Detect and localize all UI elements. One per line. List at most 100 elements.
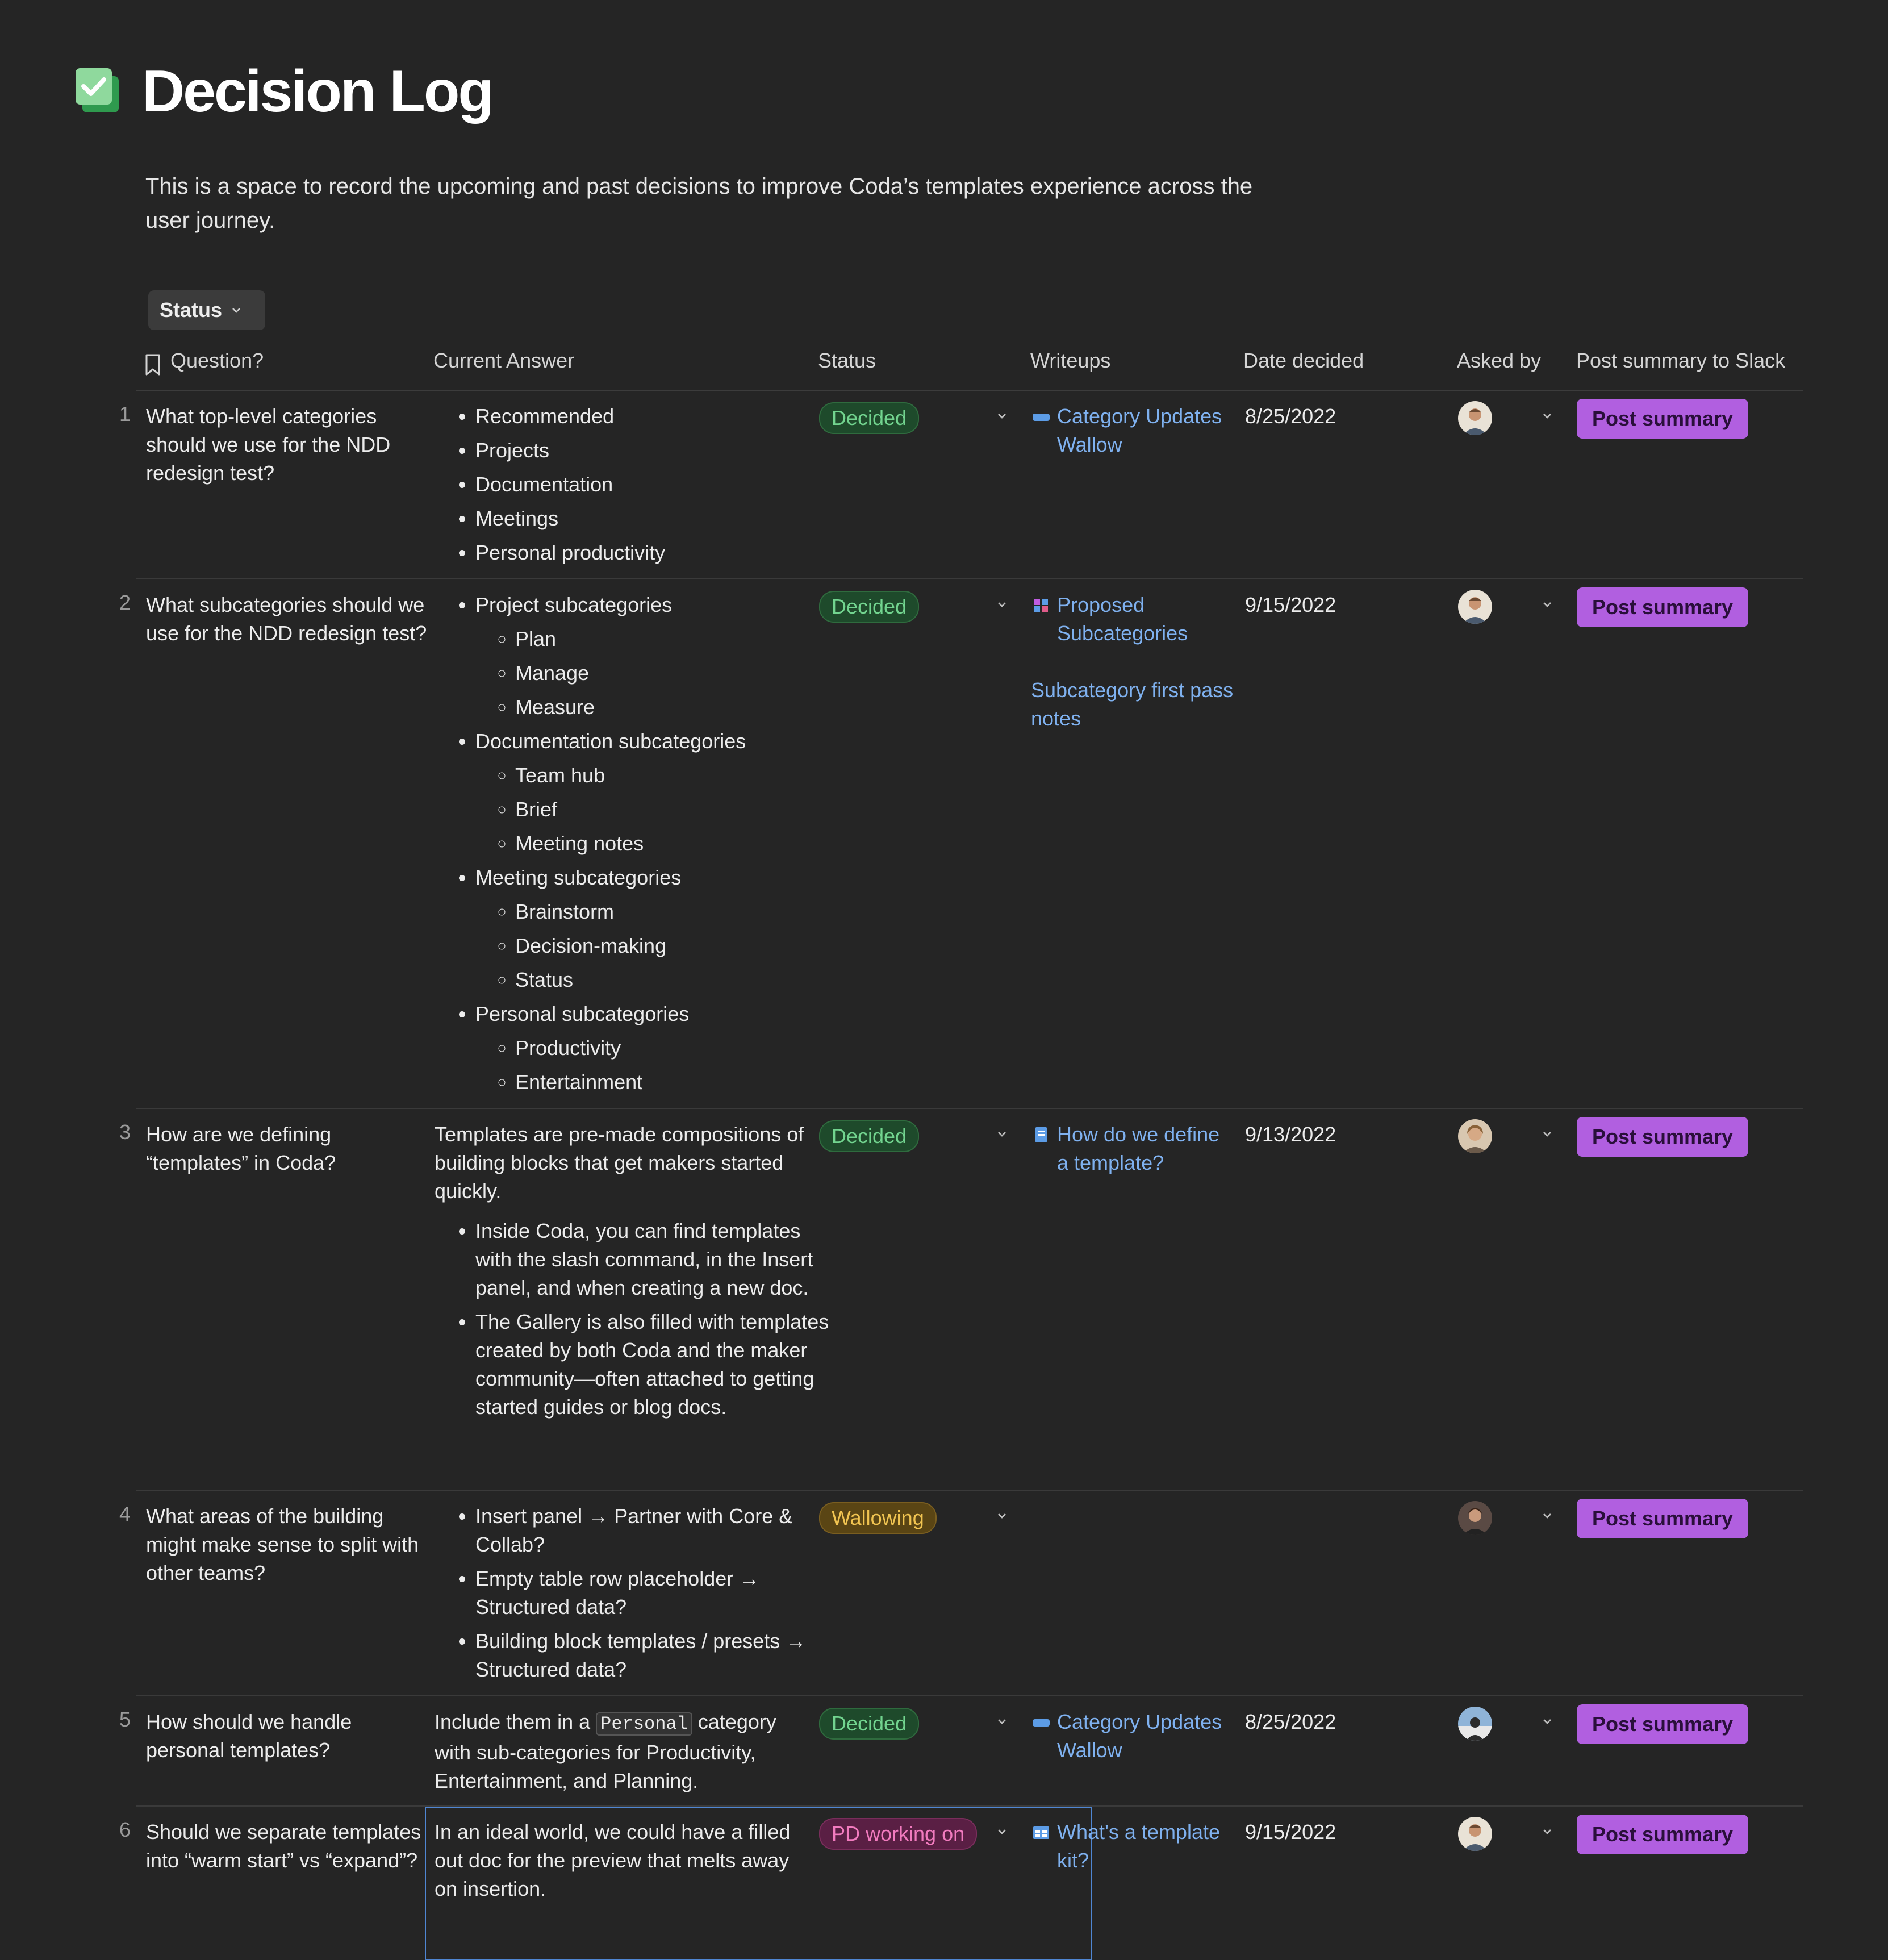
- header-writeups[interactable]: Writeups: [1030, 349, 1110, 373]
- chevron-down-icon[interactable]: [1539, 1713, 1555, 1729]
- question-cell[interactable]: What subcategories should we use for the…: [146, 591, 430, 648]
- answer-cell[interactable]: Include them in a Personal category with…: [435, 1708, 809, 1795]
- list-item: Projects: [475, 436, 946, 465]
- status-pill[interactable]: Wallowing: [819, 1502, 937, 1534]
- chevron-down-icon[interactable]: [994, 1713, 1010, 1729]
- writeup-link-text: How do we define a template?: [1057, 1123, 1220, 1174]
- writeups-cell[interactable]: Proposed Subcategories Subcategory first…: [1031, 591, 1235, 733]
- post-summary-button[interactable]: Post summary: [1577, 1815, 1748, 1854]
- writeup-link[interactable]: Category Updates Wallow: [1031, 402, 1235, 459]
- avatar[interactable]: [1458, 590, 1492, 624]
- header-post-summary[interactable]: Post summary to Slack: [1576, 349, 1785, 373]
- writeup-link[interactable]: Subcategory first pass notes: [1031, 676, 1235, 733]
- row-number: 6: [119, 1818, 131, 1841]
- writeup-link[interactable]: Category Updates Wallow: [1031, 1708, 1235, 1765]
- question-cell[interactable]: What top-level categories should we use …: [146, 402, 430, 487]
- header-current-answer[interactable]: Current Answer: [433, 349, 574, 373]
- row-number: 3: [119, 1120, 131, 1144]
- bookmark-icon: [145, 354, 160, 376]
- date-decided-cell[interactable]: 8/25/2022: [1245, 1708, 1359, 1736]
- header-question[interactable]: Question?: [170, 349, 264, 373]
- chevron-down-icon: [232, 308, 240, 313]
- answer-cell[interactable]: Templates are pre-made compositions of b…: [435, 1120, 946, 1427]
- list-item: Personal productivity: [475, 539, 946, 567]
- list-item: Brief: [515, 795, 946, 824]
- list-item: Measure: [515, 693, 946, 722]
- table-row[interactable]: 4 What areas of the building might make …: [119, 1491, 1803, 1696]
- chevron-down-icon[interactable]: [1539, 1126, 1555, 1142]
- status-pill[interactable]: Decided: [819, 1120, 920, 1152]
- answer-text: Include them in a: [435, 1710, 596, 1733]
- status-pill[interactable]: Decided: [819, 1708, 920, 1740]
- post-summary-button[interactable]: Post summary: [1577, 1704, 1748, 1744]
- row-number: 4: [119, 1502, 131, 1525]
- writeup-link-text: What's a template kit?: [1057, 1820, 1220, 1872]
- writeup-link[interactable]: What's a template kit?: [1031, 1818, 1235, 1875]
- decision-table: Question? Current Answer Status Writeups…: [0, 341, 1888, 1960]
- list-item: Status: [515, 966, 946, 994]
- chevron-down-icon[interactable]: [994, 597, 1010, 612]
- table-row[interactable]: 6 Should we separate templates into “war…: [119, 1807, 1803, 1960]
- header-asked-by[interactable]: Asked by: [1457, 349, 1541, 373]
- avatar[interactable]: [1458, 1501, 1492, 1535]
- date-decided-cell[interactable]: 8/25/2022: [1245, 402, 1359, 431]
- writeups-cell[interactable]: Category Updates Wallow: [1031, 402, 1235, 459]
- list-item: Team hub: [515, 761, 946, 790]
- list-item: Building block templates / presets → Str…: [475, 1627, 839, 1684]
- status-filter-chip[interactable]: Status: [148, 290, 266, 330]
- writeup-link[interactable]: Proposed Subcategories: [1031, 591, 1235, 648]
- question-cell[interactable]: How should we handle personal templates?: [146, 1708, 430, 1765]
- status-pill[interactable]: PD working on: [819, 1818, 978, 1850]
- chevron-down-icon[interactable]: [994, 408, 1010, 424]
- writeup-link[interactable]: How do we define a template?: [1031, 1120, 1235, 1177]
- chevron-down-icon[interactable]: [1539, 1824, 1555, 1840]
- chevron-down-icon[interactable]: [994, 1508, 1010, 1524]
- chevron-down-icon[interactable]: [994, 1126, 1010, 1142]
- post-summary-button[interactable]: Post summary: [1577, 587, 1748, 627]
- header-status[interactable]: Status: [818, 349, 876, 373]
- group-title: Documentation subcategories: [475, 729, 746, 753]
- doc-link-icon: [1033, 1719, 1050, 1727]
- date-decided-cell[interactable]: 9/13/2022: [1245, 1120, 1359, 1149]
- checkbox-icon: [76, 68, 119, 112]
- page-title: Decision Log: [142, 59, 494, 124]
- avatar[interactable]: [1458, 401, 1492, 435]
- list-item: Documentation subcategories Team hub Bri…: [475, 727, 946, 858]
- table-row[interactable]: 3 How are we defining “templates” in Cod…: [119, 1109, 1803, 1491]
- doc-link-icon: [1033, 414, 1050, 421]
- group-title: Personal subcategories: [475, 1002, 690, 1025]
- post-summary-button[interactable]: Post summary: [1577, 399, 1748, 439]
- status-pill[interactable]: Decided: [819, 402, 920, 434]
- chevron-down-icon[interactable]: [1539, 1508, 1555, 1524]
- date-decided-cell[interactable]: 9/15/2022: [1245, 1818, 1359, 1846]
- writeups-cell[interactable]: How do we define a template?: [1031, 1120, 1235, 1177]
- writeup-link-text: Category Updates Wallow: [1057, 404, 1222, 456]
- question-cell[interactable]: How are we defining “templates” in Coda?: [146, 1120, 430, 1177]
- chevron-down-icon[interactable]: [1539, 597, 1555, 612]
- avatar[interactable]: [1458, 1817, 1492, 1851]
- table-row[interactable]: 2 What subcategories should we use for t…: [119, 579, 1803, 1109]
- post-summary-button[interactable]: Post summary: [1577, 1499, 1748, 1538]
- table-row[interactable]: 5 How should we handle personal template…: [119, 1696, 1803, 1807]
- chevron-down-icon[interactable]: [994, 1824, 1010, 1840]
- table-row[interactable]: 1 What top-level categories should we us…: [119, 391, 1803, 579]
- avatar[interactable]: [1458, 1707, 1492, 1741]
- list-item: Brainstorm: [515, 898, 946, 926]
- list-item: The Gallery is also filled with template…: [475, 1308, 839, 1421]
- question-cell[interactable]: Should we separate templates into “warm …: [146, 1818, 430, 1875]
- table-icon: [1033, 1826, 1049, 1839]
- answer-cell[interactable]: Project subcategories Plan Manage Measur…: [435, 591, 946, 1102]
- avatar[interactable]: [1458, 1119, 1492, 1153]
- writeups-cell[interactable]: Category Updates Wallow: [1031, 1708, 1235, 1765]
- answer-cell[interactable]: In an ideal world, we could have a fille…: [435, 1818, 804, 1903]
- writeups-cell[interactable]: What's a template kit?: [1031, 1818, 1235, 1875]
- date-decided-cell[interactable]: 9/15/2022: [1245, 591, 1359, 619]
- chevron-down-icon[interactable]: [1539, 408, 1555, 424]
- row-number: 5: [119, 1708, 131, 1731]
- list-item: Meetings: [475, 504, 946, 533]
- header-date-decided[interactable]: Date decided: [1243, 349, 1364, 373]
- question-cell[interactable]: What areas of the building might make se…: [146, 1502, 430, 1587]
- list-item: Documentation: [475, 470, 946, 499]
- post-summary-button[interactable]: Post summary: [1577, 1117, 1748, 1157]
- status-pill[interactable]: Decided: [819, 591, 920, 623]
